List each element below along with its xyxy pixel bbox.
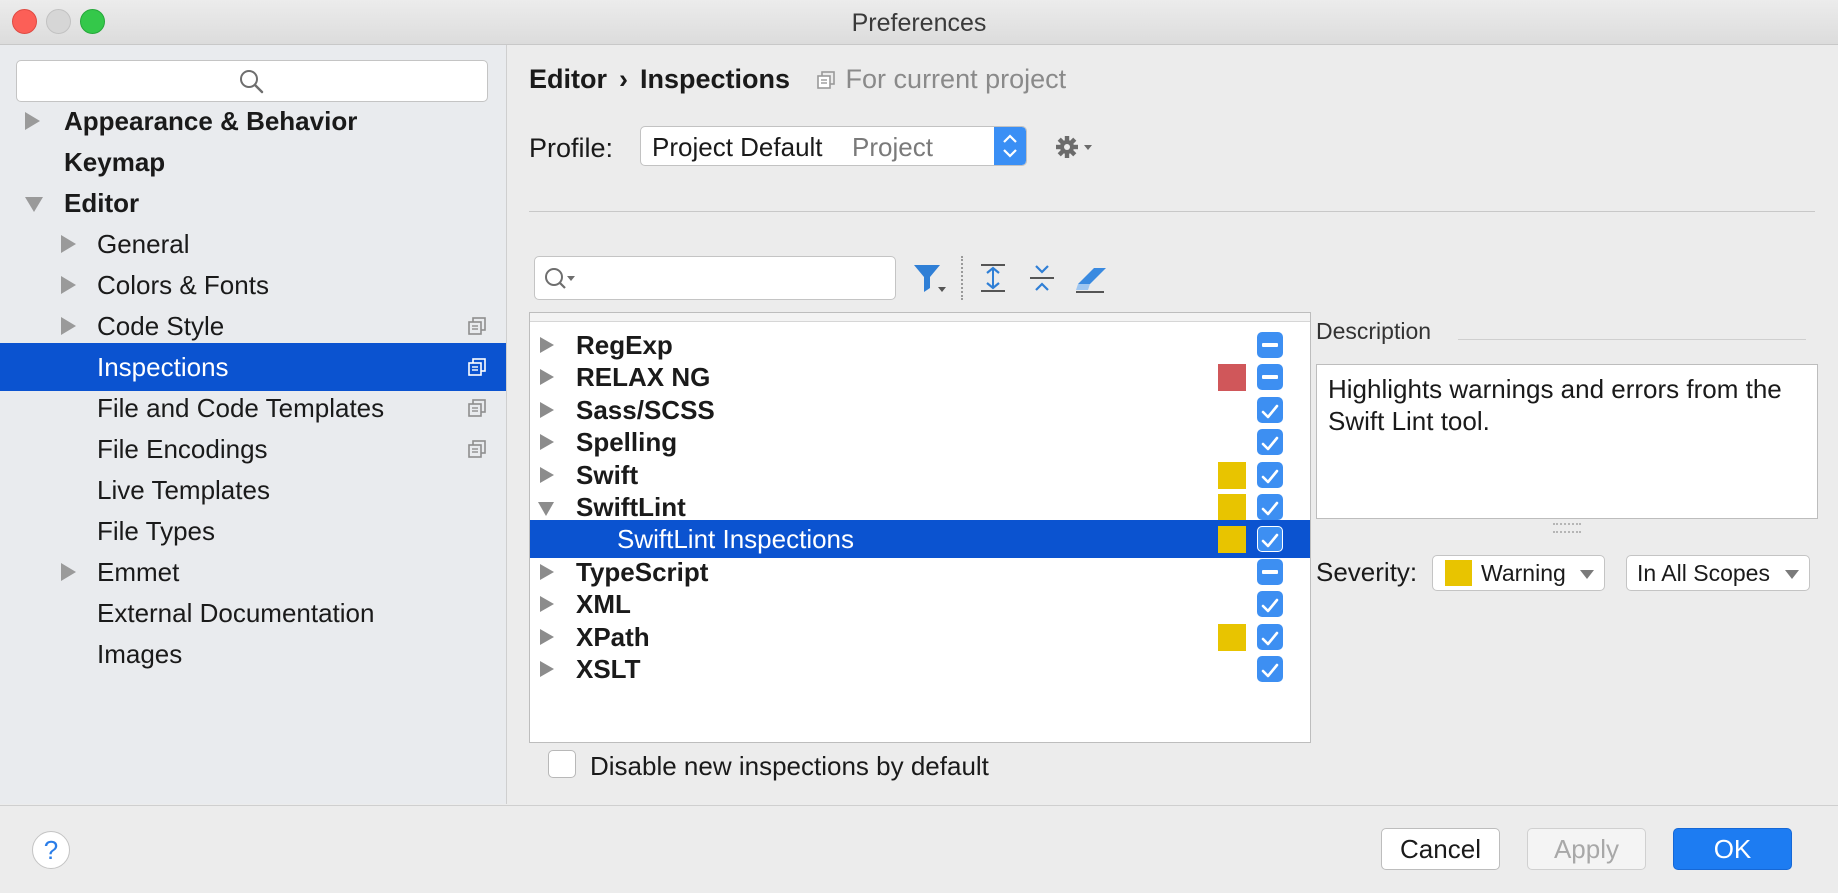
collapsed-arrow-icon[interactable] <box>61 563 76 581</box>
project-scope-icon <box>468 317 486 335</box>
severity-color-swatch <box>1218 494 1246 521</box>
partial-checkbox[interactable] <box>1257 364 1283 391</box>
checked-checkbox[interactable] <box>1257 494 1283 520</box>
severity-color-swatch <box>1218 526 1246 554</box>
checkmark-icon <box>1261 663 1279 678</box>
title-bar: Preferences <box>0 0 1838 45</box>
severity-color-swatch <box>1218 364 1246 392</box>
collapsed-arrow-icon[interactable] <box>540 596 554 613</box>
project-scope-icon <box>816 71 835 89</box>
description-label: Description <box>1316 318 1432 344</box>
project-scope-icon <box>468 399 486 417</box>
divider <box>529 211 1815 212</box>
expanded-arrow-icon[interactable] <box>25 197 43 212</box>
settings-sidebar: Appearance & Behavior Keymap Editor General… <box>0 45 507 804</box>
collapsed-arrow-icon[interactable] <box>61 317 76 335</box>
checkmark-icon <box>1261 436 1279 451</box>
ok-button[interactable]: OK <box>1673 828 1792 870</box>
inspection-tree: RegExp RELAX NG Sass/SCSS Spelling Swift Swif… <box>529 312 1311 743</box>
collapsed-arrow-icon[interactable] <box>540 337 554 353</box>
severity-select[interactable]: Warning <box>1432 555 1605 591</box>
checked-checkbox[interactable] <box>1257 623 1283 650</box>
severity-color-swatch <box>1218 623 1246 651</box>
checkmark-icon <box>1261 631 1279 645</box>
sidebar-item-label: Images <box>97 639 183 669</box>
expand-all-icon[interactable] <box>978 262 1008 299</box>
checkmark-icon <box>1261 501 1279 516</box>
collapse-all-icon[interactable] <box>1027 262 1057 299</box>
profile-select[interactable]: Project Default Project <box>640 126 1027 166</box>
checked-checkbox[interactable] <box>1257 591 1283 618</box>
collapsed-arrow-icon[interactable] <box>540 563 554 580</box>
chevron-down-icon <box>1785 570 1799 579</box>
collapsed-arrow-icon[interactable] <box>61 235 76 253</box>
partial-checkbox[interactable] <box>1257 332 1283 358</box>
checked-checkbox[interactable] <box>1257 429 1283 456</box>
profile-value: Project Default <box>652 132 823 162</box>
checkmark-icon <box>1261 469 1279 483</box>
description-text: Highlights warnings and errors from the … <box>1316 364 1818 519</box>
breadcrumb-separator: › <box>619 64 628 94</box>
expanded-arrow-icon[interactable] <box>538 502 554 516</box>
scope-value: In All Scopes <box>1637 560 1770 586</box>
collapsed-arrow-icon[interactable] <box>540 661 554 677</box>
partial-checkbox[interactable] <box>1257 558 1283 585</box>
tree-header-strip <box>530 313 1310 322</box>
inspection-row-xslt[interactable]: XSLT <box>530 650 1310 688</box>
window-title: Preferences <box>851 9 987 37</box>
collapsed-arrow-icon[interactable] <box>61 276 76 294</box>
sidebar-item-images[interactable]: Images <box>0 630 506 678</box>
disable-new-inspections-label: Disable new inspections by default <box>590 751 989 781</box>
sidebar-search-input[interactable] <box>16 60 488 102</box>
eraser-icon[interactable] <box>1074 262 1108 299</box>
checked-checkbox[interactable] <box>1257 656 1283 682</box>
breadcrumb-editor[interactable]: Editor <box>529 64 607 94</box>
description-divider <box>1458 339 1806 340</box>
profile-label: Profile: <box>529 133 614 163</box>
resize-handle-icon[interactable] <box>1553 523 1581 533</box>
severity-value: Warning <box>1481 560 1566 586</box>
project-scope-icon <box>468 440 486 458</box>
profile-scope: Project <box>852 132 933 162</box>
checked-checkbox[interactable] <box>1257 396 1283 423</box>
cancel-button[interactable]: Cancel <box>1381 828 1500 870</box>
collapsed-arrow-icon[interactable] <box>25 112 40 130</box>
scope-note: For current project <box>845 64 1067 94</box>
collapsed-arrow-icon[interactable] <box>540 466 554 483</box>
checked-checkbox[interactable] <box>1257 461 1283 488</box>
select-stepper-icon <box>994 127 1026 165</box>
inspection-filter-input[interactable] <box>534 256 896 300</box>
breadcrumb: Editor › Inspections For current project <box>529 64 1066 95</box>
project-scope-icon <box>468 358 486 376</box>
chevron-down-icon <box>1580 570 1594 579</box>
severity-color-swatch <box>1445 560 1472 586</box>
filter-icon[interactable] <box>912 262 948 301</box>
apply-button[interactable]: Apply <box>1527 828 1646 870</box>
collapsed-arrow-icon[interactable] <box>540 401 554 418</box>
search-icon <box>240 70 264 94</box>
collapsed-arrow-icon[interactable] <box>540 369 554 386</box>
severity-color-swatch <box>1218 461 1246 489</box>
checkmark-icon <box>1261 534 1279 548</box>
toolbar-separator <box>961 256 963 300</box>
disable-new-inspections-checkbox[interactable] <box>548 750 576 778</box>
scope-select[interactable]: In All Scopes <box>1626 555 1810 591</box>
collapsed-arrow-icon[interactable] <box>540 434 554 451</box>
severity-label: Severity: <box>1316 557 1418 587</box>
search-history-icon[interactable] <box>543 266 577 292</box>
checkmark-icon <box>1261 598 1279 613</box>
help-button[interactable]: ? <box>32 831 70 869</box>
checked-checkbox[interactable] <box>1257 526 1283 553</box>
inspection-label: XSLT <box>576 654 641 684</box>
checkmark-icon <box>1261 404 1279 419</box>
breadcrumb-inspections: Inspections <box>640 64 791 94</box>
collapsed-arrow-icon[interactable] <box>540 628 554 645</box>
gear-icon[interactable] <box>1055 134 1097 165</box>
